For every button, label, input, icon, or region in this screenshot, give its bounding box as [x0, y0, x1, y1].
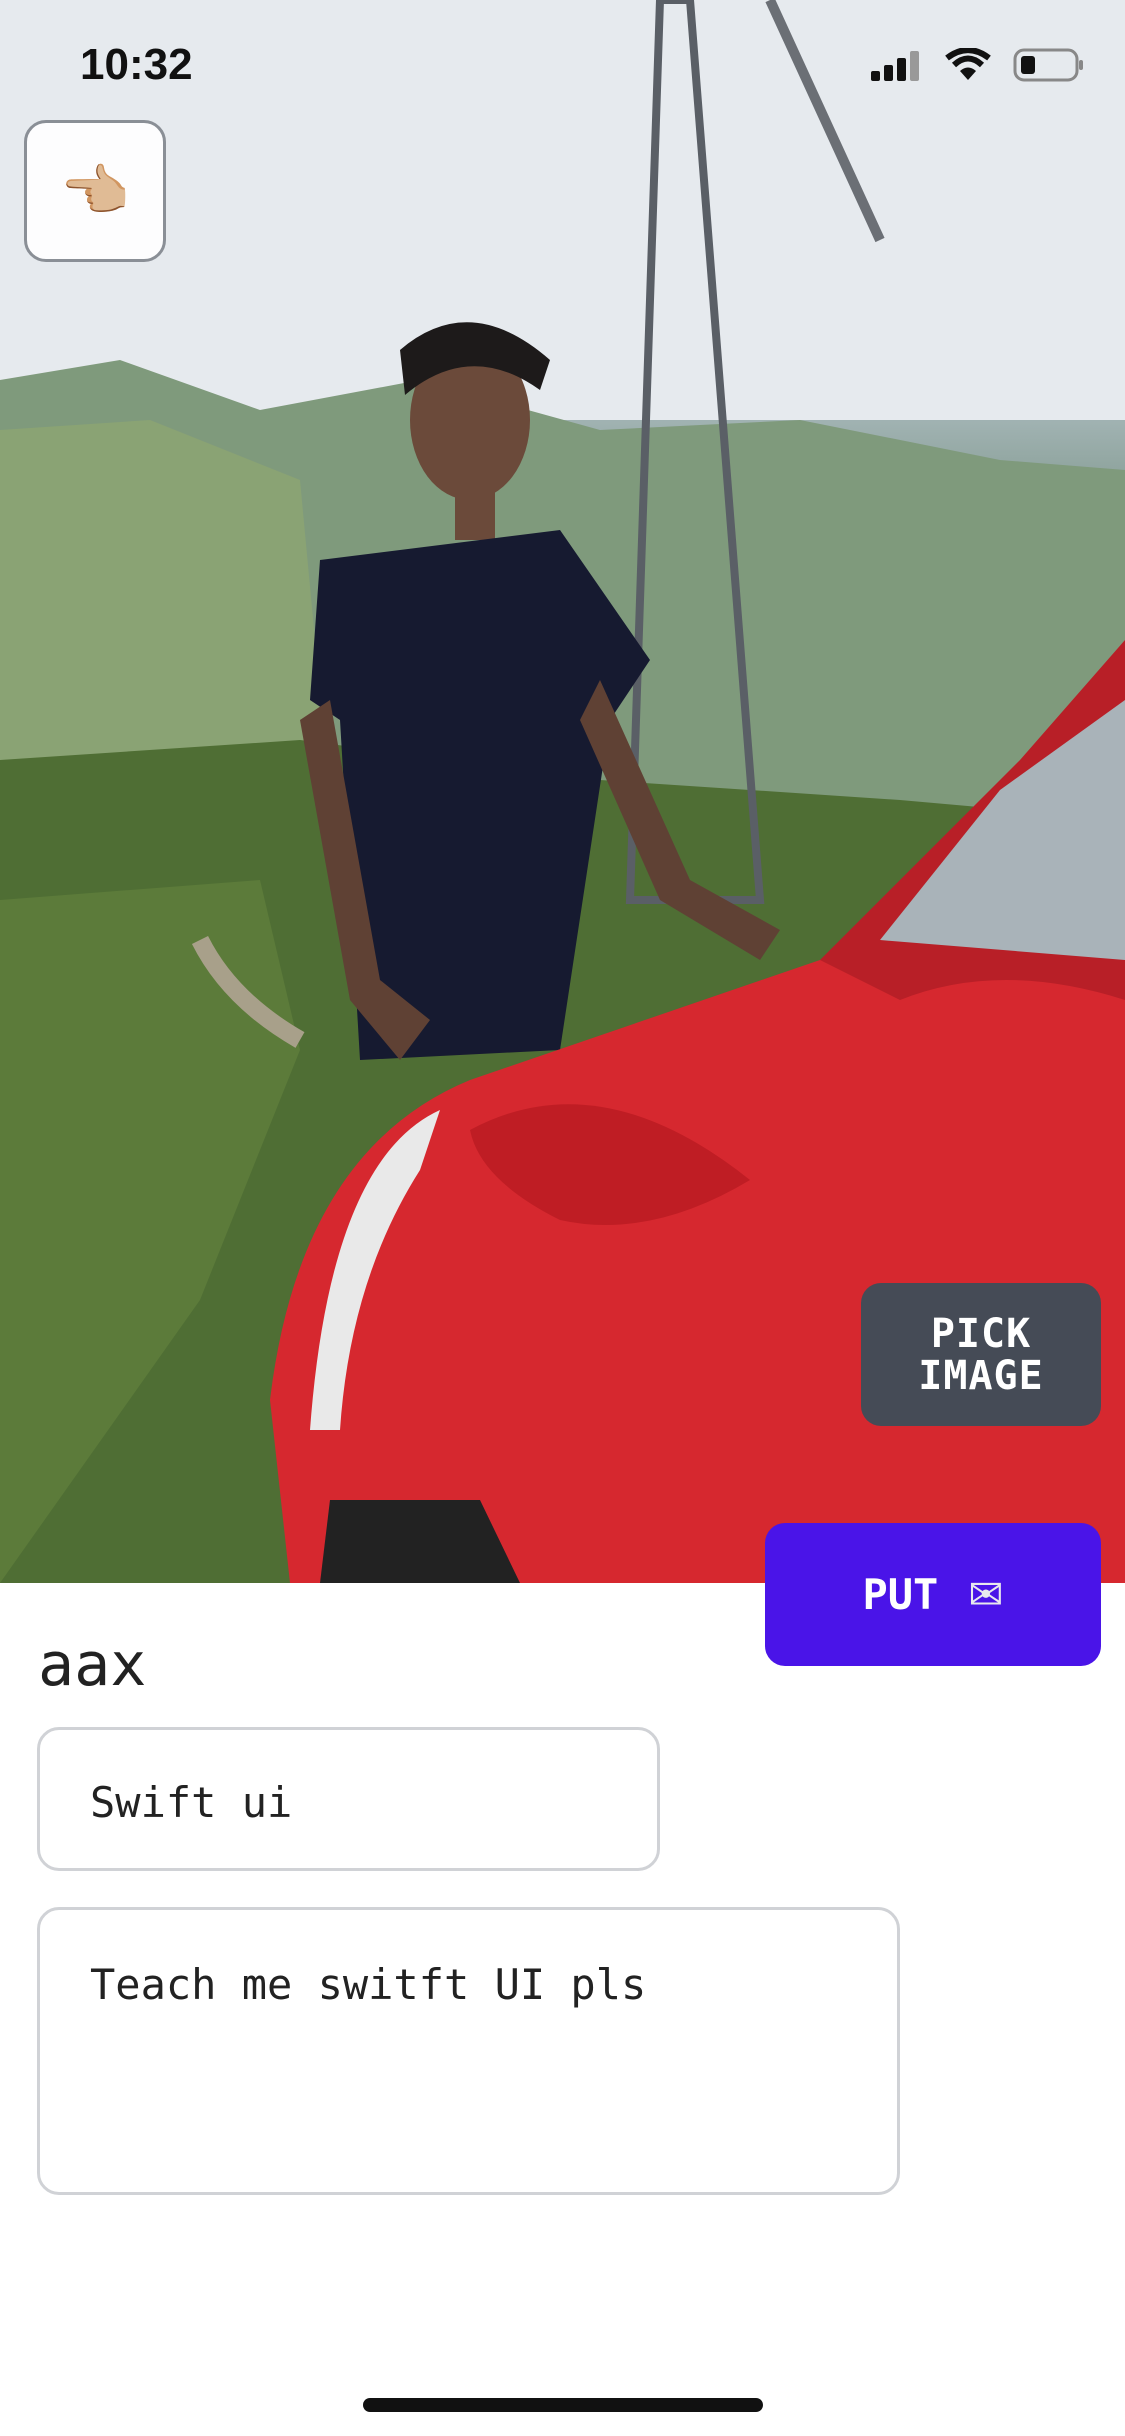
pointing-hand-icon: 👈🏼	[60, 159, 130, 224]
envelope-icon: ✉	[968, 1570, 1004, 1619]
status-icons	[871, 48, 1085, 82]
cellular-signal-icon	[871, 51, 919, 81]
message-textarea[interactable]: Teach me switft UI pls	[37, 1907, 900, 2195]
home-indicator	[363, 2398, 763, 2412]
pick-image-button[interactable]: PICK IMAGE	[861, 1283, 1101, 1426]
title-input-value: Swift ui	[90, 1778, 293, 1827]
message-textarea-value: Teach me switft UI pls	[90, 1960, 647, 2009]
pick-image-label-line1: PICK	[930, 1310, 1032, 1357]
name-label: aax	[38, 1630, 147, 1700]
status-time: 10:32	[80, 40, 193, 89]
wifi-icon	[945, 48, 991, 80]
put-button[interactable]: PUT ✉	[765, 1523, 1101, 1666]
put-button-label: PUT	[862, 1570, 939, 1619]
battery-icon	[1013, 48, 1083, 82]
title-input[interactable]: Swift ui	[37, 1727, 660, 1871]
back-button[interactable]: 👈🏼	[24, 120, 166, 262]
pick-image-label-line2: IMAGE	[918, 1352, 1044, 1399]
